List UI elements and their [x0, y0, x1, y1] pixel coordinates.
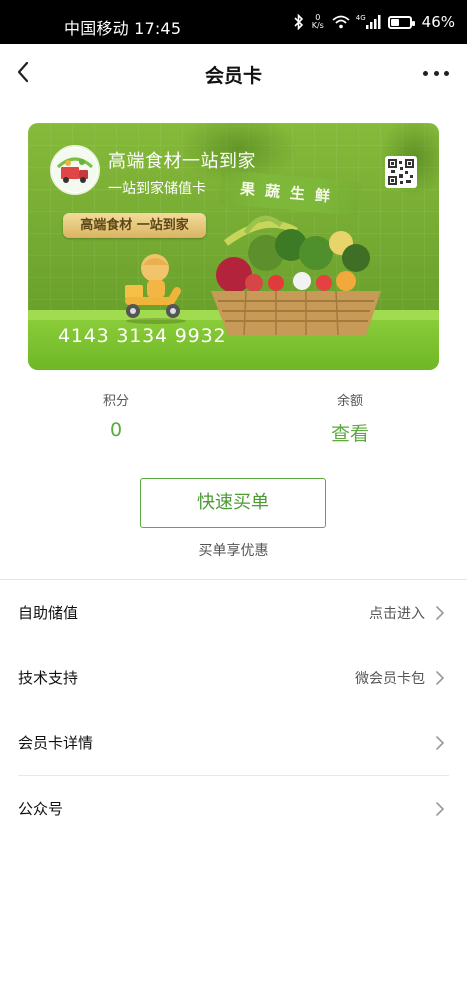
nav-bar: 会员卡 — [0, 44, 467, 102]
vegetable-basket-illustration — [211, 215, 381, 336]
more-dots-icon[interactable] — [423, 68, 449, 78]
menu-item-tech-support[interactable]: 技术支持 微会员卡包 — [0, 645, 467, 711]
network-type: 4G — [355, 14, 366, 22]
card-number: 4143 3134 9932 — [58, 325, 227, 347]
card-logo — [50, 145, 100, 195]
card-title: 高端食材一站到家 — [108, 151, 256, 172]
battery-icon — [387, 15, 415, 29]
menu-item-label: 公众号 — [18, 800, 64, 818]
menu-item-label: 技术支持 — [18, 669, 79, 687]
balance-label: 余额 — [336, 394, 363, 409]
chevron-right-icon — [436, 736, 445, 750]
member-card[interactable]: 高端食材一站到家 一站到家储值卡 果蔬生鲜 高端食材 一站到家 4143 313… — [28, 123, 439, 370]
points-value: 0 — [109, 419, 123, 441]
points-label: 积分 — [102, 394, 129, 409]
chevron-right-icon — [436, 671, 445, 685]
view-balance-link[interactable]: 查看 — [270, 419, 430, 446]
menu-item-value: 点击进入 — [369, 606, 425, 622]
quick-buy-note: 买单享优惠 — [198, 543, 269, 559]
net-speed-unit: K/s — [311, 21, 324, 30]
menu-item-value: 微会员卡包 — [355, 671, 425, 687]
carrier-time: 中国移动 17:45 — [64, 19, 182, 38]
quick-buy-button[interactable]: 快速买单 — [140, 478, 326, 528]
delivery-truck-icon — [53, 148, 97, 192]
chevron-right-icon — [436, 606, 445, 620]
qr-code-icon[interactable] — [385, 156, 417, 188]
page-title: 会员卡 — [204, 65, 262, 87]
signal-icon — [365, 15, 381, 29]
menu-item-official-account[interactable]: 公众号 — [0, 776, 467, 842]
card-tagline: 高端食材 一站到家 — [63, 213, 206, 238]
wifi-icon — [332, 15, 350, 29]
balance-stat: 余额 查看 — [270, 390, 430, 446]
chevron-right-icon — [436, 802, 445, 816]
points-stat: 积分 0 — [36, 390, 196, 441]
bluetooth-icon — [294, 14, 303, 30]
card-subtitle: 一站到家储值卡 — [108, 181, 206, 197]
battery-percent: 46% — [421, 13, 455, 31]
status-bar: 中国移动 17:45 0 K/s 4G 46% — [0, 0, 467, 44]
net-speed: 0 K/s — [310, 14, 326, 30]
menu-item-label: 自助储值 — [18, 604, 79, 622]
delivery-scooter-illustration — [125, 254, 186, 324]
menu-item-self-recharge[interactable]: 自助储值 点击进入 — [0, 580, 467, 646]
menu-item-label: 会员卡详情 — [18, 734, 94, 752]
menu-item-card-details[interactable]: 会员卡详情 — [0, 710, 467, 776]
status-icons: 0 K/s 4G 46% — [294, 13, 455, 31]
